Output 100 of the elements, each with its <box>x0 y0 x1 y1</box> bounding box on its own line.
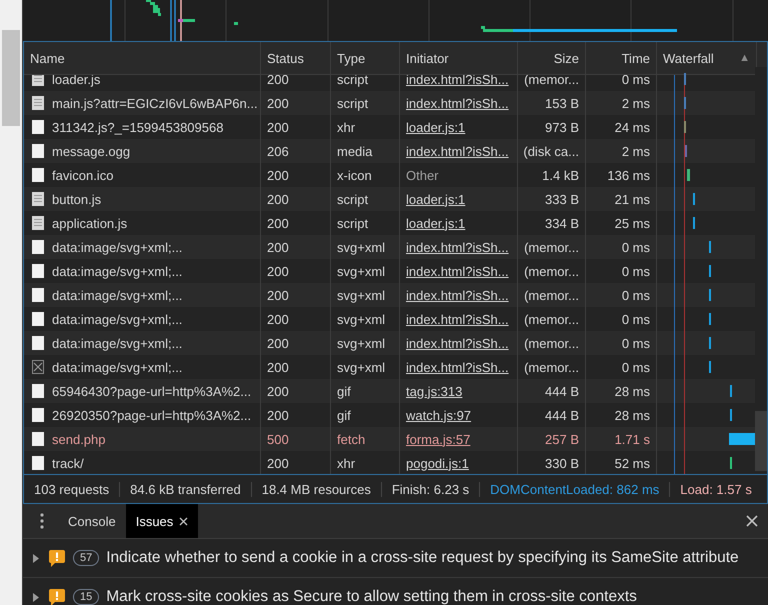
status-code: 200 <box>267 120 289 134</box>
file-icon <box>32 408 44 422</box>
resource-type: x-icon <box>337 168 372 182</box>
issue-title[interactable]: Indicate whether to send a cookie in a cross-site request by specifying its SameSite attribute <box>106 549 739 567</box>
request-name[interactable]: data:image/svg+xml;... <box>52 264 182 278</box>
drawer-tab[interactable]: Console <box>58 504 126 538</box>
initiator-link[interactable]: index.html?isSh... <box>406 96 509 110</box>
initiator-link[interactable]: index.html?isSh... <box>406 360 509 374</box>
request-name[interactable]: data:image/svg+xml;... <box>52 336 182 350</box>
time-value: 2 ms <box>622 96 650 110</box>
column-header[interactable]: Size <box>554 50 579 66</box>
expand-arrow-icon[interactable] <box>33 554 39 562</box>
script-file-icon <box>32 96 44 110</box>
status-code: 200 <box>267 384 289 398</box>
file-icon <box>32 384 44 398</box>
time-value: 28 ms <box>614 408 650 422</box>
initiator-link[interactable]: index.html?isSh... <box>406 288 509 302</box>
size-value: (memor... <box>524 288 579 302</box>
size-value: (memor... <box>524 312 579 326</box>
sort-indicator: ▲ <box>739 52 750 64</box>
time-value: 136 ms <box>607 168 650 182</box>
initiator-link[interactable]: index.html?isSh... <box>406 144 509 158</box>
issue-title[interactable]: Mark cross-site cookies as Secure to allow setting them in cross-site contexts <box>106 588 637 605</box>
more-options-icon[interactable] <box>40 513 44 529</box>
column-header[interactable]: Time <box>622 50 650 66</box>
script-file-icon <box>32 192 44 206</box>
size-value: (memor... <box>524 336 579 350</box>
time-value: 0 ms <box>622 264 650 278</box>
resource-type: xhr <box>337 456 356 470</box>
request-name[interactable]: 311342.js?_=1599453809568 <box>52 120 224 134</box>
file-icon <box>32 264 44 278</box>
broken-image-icon <box>32 360 44 374</box>
initiator-link[interactable]: index.html?isSh... <box>406 240 509 254</box>
resource-type: script <box>337 72 368 86</box>
column-header[interactable]: Name <box>30 50 65 66</box>
initiator-link[interactable]: tag.js:313 <box>406 384 462 398</box>
request-name[interactable]: 26920350?page-url=http%3A%2... <box>52 408 252 422</box>
initiator-link[interactable]: index.html?isSh... <box>406 312 509 326</box>
size-value: 330 B <box>545 456 579 470</box>
initiator-link[interactable]: pogodi.js:1 <box>406 456 469 470</box>
resource-type: svg+xml <box>337 336 386 350</box>
initiator-link[interactable]: loader.js:1 <box>406 192 466 206</box>
request-name[interactable]: track/ <box>52 456 84 470</box>
request-name[interactable]: favicon.ico <box>52 168 114 182</box>
request-name[interactable]: 65946430?page-url=http%3A%2... <box>52 384 252 398</box>
request-name[interactable]: button.js <box>52 192 102 206</box>
status-code: 200 <box>267 96 289 110</box>
time-value: 21 ms <box>614 192 650 206</box>
scrollbar-thumb[interactable] <box>755 411 767 471</box>
resource-type: svg+xml <box>337 288 386 302</box>
file-icon <box>32 144 44 158</box>
time-value: 1.71 s <box>614 432 650 446</box>
size-value: 153 B <box>545 96 579 110</box>
request-name[interactable]: message.ogg <box>52 144 130 158</box>
request-name[interactable]: send.php <box>52 432 106 446</box>
time-value: 0 ms <box>622 288 650 302</box>
status-code: 200 <box>267 72 289 86</box>
time-value: 28 ms <box>614 384 650 398</box>
initiator-link[interactable]: index.html?isSh... <box>406 264 509 278</box>
resource-type: svg+xml <box>337 312 386 326</box>
initiator-link[interactable]: loader.js:1 <box>406 120 466 134</box>
request-name[interactable]: main.js?attr=EGICzI6vL6wBAP6n... <box>52 96 258 110</box>
status-summary: DOMContentLoaded: 862 ms <box>480 482 670 496</box>
column-header[interactable]: Type <box>337 50 366 66</box>
size-value: 257 B <box>545 432 579 446</box>
request-name[interactable]: data:image/svg+xml;... <box>52 312 182 326</box>
initiator-link[interactable]: forma.js:57 <box>406 432 470 446</box>
status-code: 200 <box>267 312 289 326</box>
status-code: 500 <box>267 432 289 446</box>
status-code: 200 <box>267 240 289 254</box>
expand-arrow-icon[interactable] <box>33 592 39 602</box>
resource-type: script <box>337 96 368 110</box>
scrollbar-thumb[interactable] <box>2 30 20 126</box>
status-code: 206 <box>267 144 289 158</box>
request-name[interactable]: data:image/svg+xml;... <box>52 288 182 302</box>
close-icon[interactable] <box>746 515 758 527</box>
request-name[interactable]: data:image/svg+xml;... <box>52 360 182 374</box>
size-value: (memor... <box>524 264 579 278</box>
file-icon <box>32 120 44 134</box>
initiator-link[interactable]: loader.js:1 <box>406 216 466 230</box>
column-header[interactable]: Initiator <box>406 50 449 66</box>
script-file-icon <box>32 216 44 230</box>
warning-icon <box>49 588 65 605</box>
initiator-link[interactable]: index.html?isSh... <box>406 336 509 350</box>
initiator-link[interactable]: index.html?isSh... <box>406 72 509 86</box>
status-summary: 84.6 kB transferred <box>120 482 252 496</box>
status-code: 200 <box>267 336 289 350</box>
request-name[interactable]: data:image/svg+xml;... <box>52 240 182 254</box>
request-name[interactable]: application.js <box>52 216 128 230</box>
file-icon <box>32 432 44 446</box>
waterfall-bar <box>687 169 690 181</box>
waterfall-bar <box>729 433 757 445</box>
column-header[interactable]: Waterfall <box>663 50 714 66</box>
resource-type: svg+xml <box>337 360 386 374</box>
drawer-tab[interactable]: Issues <box>126 504 198 538</box>
close-icon[interactable] <box>179 516 188 526</box>
request-name[interactable]: loader.js <box>52 72 100 86</box>
initiator-link[interactable]: watch.js:97 <box>406 408 472 422</box>
status-summary: 18.4 MB resources <box>252 482 382 496</box>
column-header[interactable]: Status <box>267 50 304 66</box>
